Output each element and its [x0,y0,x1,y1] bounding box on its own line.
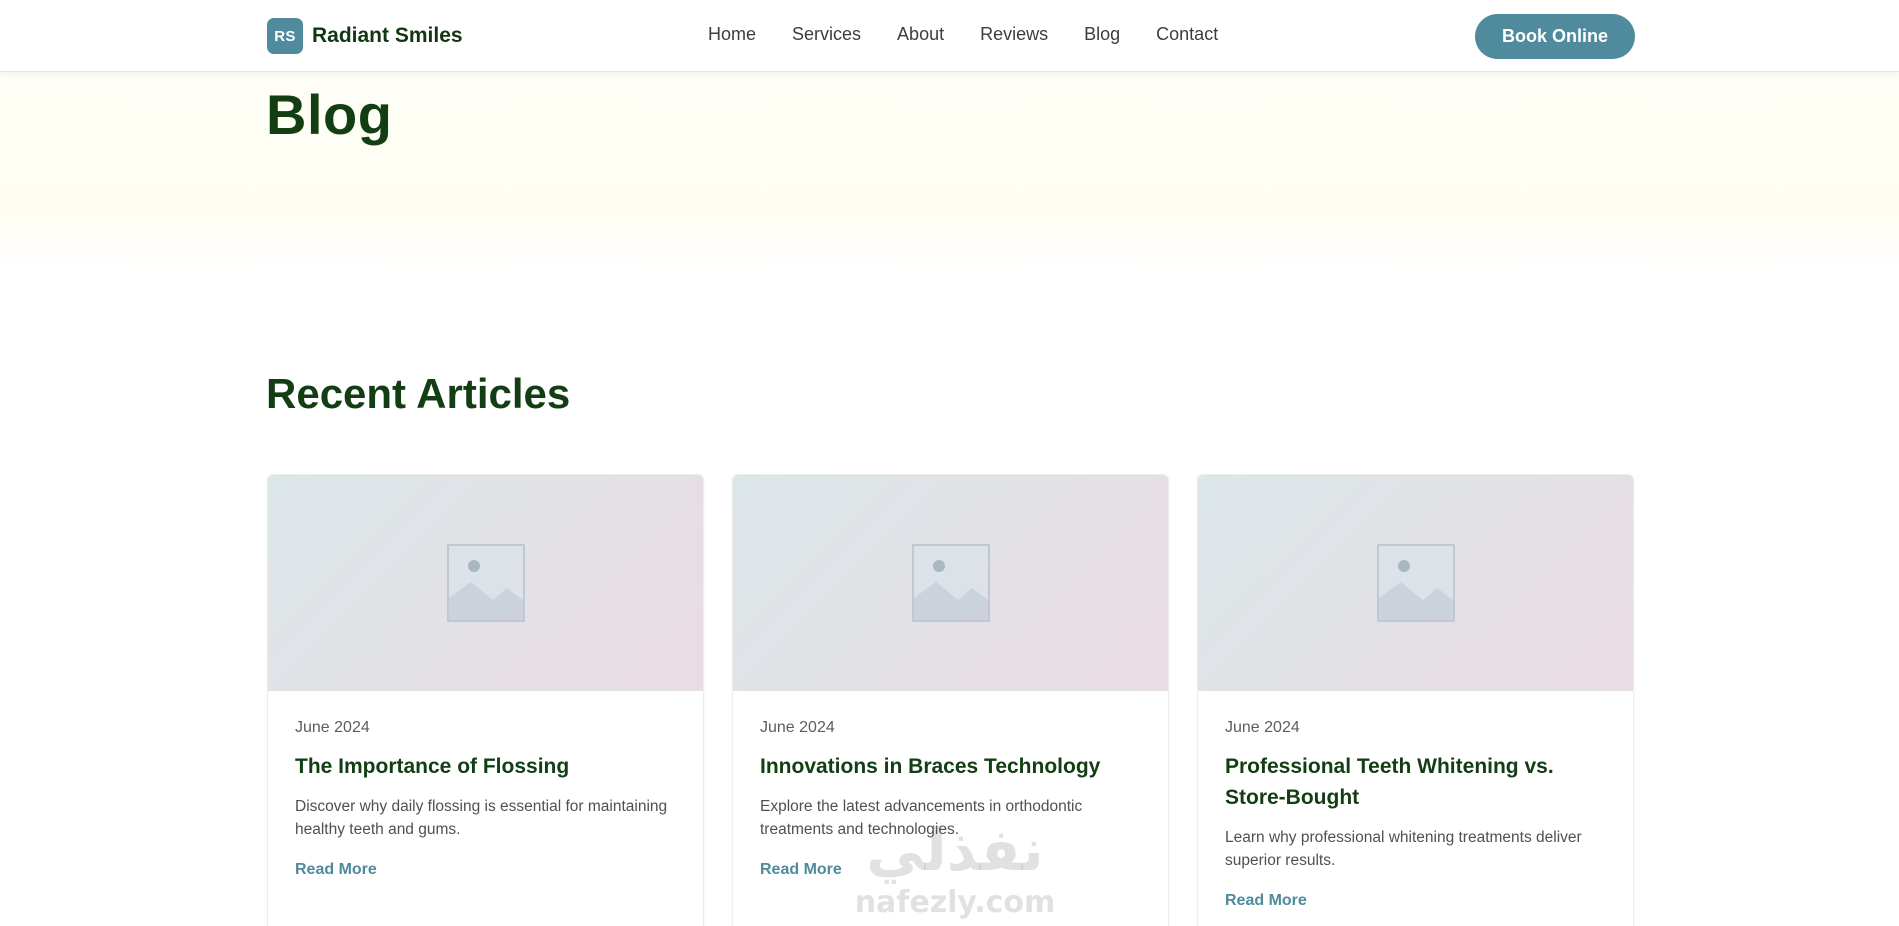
article-title[interactable]: The Importance of Flossing [295,751,676,782]
article-image [1198,475,1633,691]
image-placeholder-icon [911,543,990,622]
section-title: Recent Articles [266,370,571,417]
main-nav: Home Services About Reviews Blog Contact [708,24,1218,45]
book-online-button[interactable]: Book Online [1475,14,1635,59]
article-image [268,475,703,691]
logo-badge: RS [267,18,303,54]
read-more-link[interactable]: Read More [295,861,377,878]
article-excerpt: Discover why daily flossing is essential… [295,798,668,838]
site-header: RS Radiant Smiles Home Services About Re… [0,0,1899,72]
article-title[interactable]: Innovations in Braces Technology [760,751,1141,782]
nav-about[interactable]: About [897,24,944,45]
page-title: Blog [266,83,393,146]
article-excerpt: Learn why professional whitening treatme… [1225,829,1582,869]
article-card: June 2024 Professional Teeth Whitening v… [1197,474,1634,926]
nav-blog[interactable]: Blog [1084,24,1120,45]
article-excerpt: Explore the latest advancements in ortho… [760,798,1083,838]
read-more-link[interactable]: Read More [760,861,842,878]
nav-reviews[interactable]: Reviews [980,24,1048,45]
nav-home[interactable]: Home [708,24,756,45]
article-date: June 2024 [295,719,370,736]
nav-services[interactable]: Services [792,24,861,45]
article-card: June 2024 Innovations in Braces Technolo… [732,474,1169,926]
brand-name: Radiant Smiles [312,24,463,47]
article-image [733,475,1168,691]
nav-contact[interactable]: Contact [1156,24,1218,45]
image-placeholder-icon [1376,543,1455,622]
article-title[interactable]: Professional Teeth Whitening vs. Store-B… [1225,751,1606,813]
image-placeholder-icon [446,543,525,622]
article-date: June 2024 [1225,719,1300,736]
article-date: June 2024 [760,719,835,736]
read-more-link[interactable]: Read More [1225,892,1307,909]
hero-section: Blog [0,72,1899,272]
brand-logo-link[interactable]: RS Radiant Smiles [267,18,463,54]
article-card: June 2024 The Importance of Flossing Dis… [267,474,704,926]
